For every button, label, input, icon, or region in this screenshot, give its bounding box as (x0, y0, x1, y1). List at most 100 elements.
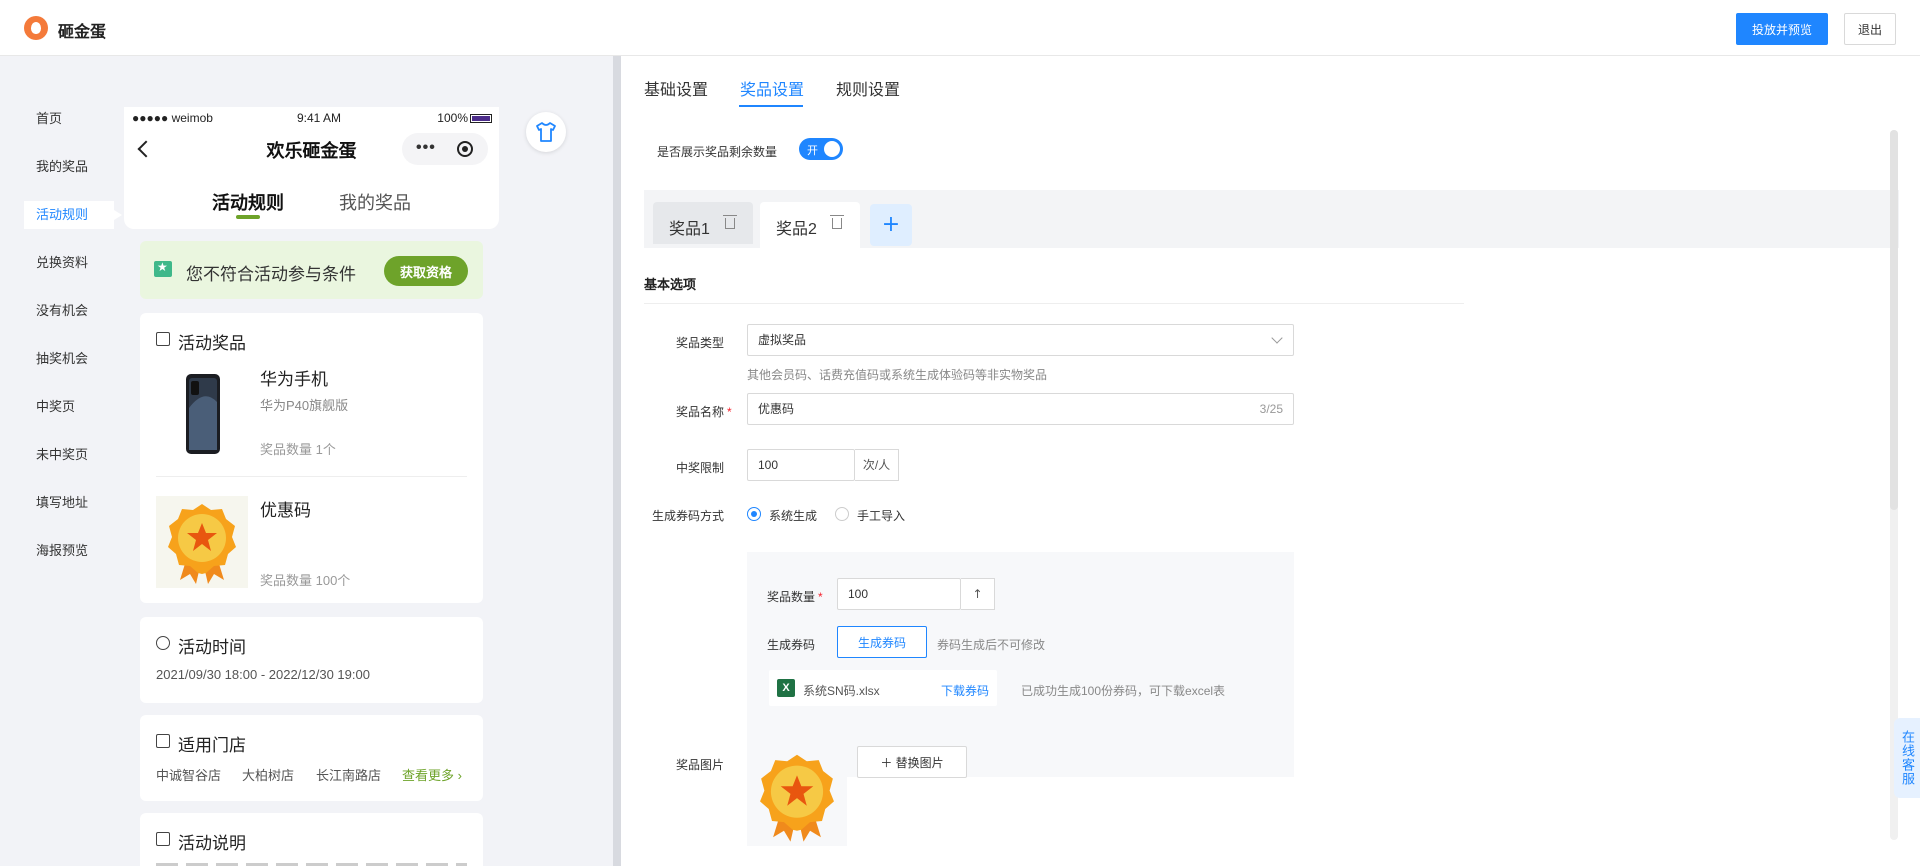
arrow-up-icon[interactable]: ↑ (961, 578, 995, 610)
toggle-on-text: 开 (807, 145, 818, 157)
phone-tab-my-prizes[interactable]: 我的奖品 (339, 189, 411, 215)
nav-item-lose-page[interactable]: 未中奖页 (24, 441, 124, 469)
nav-item-address[interactable]: 填写地址 (24, 489, 124, 517)
win-limit-input[interactable]: 100 (747, 449, 855, 481)
nav-item-redeem-info[interactable]: 兑换资料 (24, 249, 124, 277)
activity-time-value: 2021/09/30 18:00 - 2022/12/30 19:00 (156, 667, 370, 682)
description-card-title: 活动说明 (178, 834, 246, 853)
battery-icon (470, 114, 492, 123)
nav-item-home[interactable]: 首页 (24, 105, 124, 133)
download-codes-link[interactable]: 下载券码 (941, 682, 989, 699)
prize-tabs-bar: 奖品1 奖品2 + (644, 190, 1899, 248)
code-method-label: 生成券码方式 (652, 509, 725, 523)
section-title: 基本选项 (644, 277, 697, 292)
store-name: 大柏树店 (242, 768, 295, 783)
phone-prize-image (156, 368, 248, 460)
excel-file-icon: X (777, 679, 795, 697)
char-counter: 3/25 (1259, 402, 1283, 416)
battery-status: 100% (437, 111, 492, 125)
stores-card: 适用门店 中诚智谷店 大柏树店 长江南路店 查看更多 › (140, 715, 483, 801)
settings-panel: 基础设置 奖品设置 规则设置 是否展示奖品剩余数量 开 奖品1 奖品2 + 基本… (621, 56, 1920, 866)
radio-system-generate[interactable] (747, 507, 761, 521)
prize-type-select[interactable]: 虚拟奖品 (747, 324, 1294, 356)
prize-divider (156, 476, 467, 477)
online-service-button[interactable]: 在线客服 (1894, 718, 1920, 798)
stores-card-title: 适用门店 (178, 736, 246, 755)
tab-rule-settings[interactable]: 规则设置 (836, 76, 900, 100)
get-eligibility-button[interactable]: 获取资格 (384, 256, 468, 286)
chevron-down-icon (1271, 332, 1283, 344)
publish-preview-button[interactable]: 投放并预览 (1736, 13, 1828, 45)
prize-qty-input[interactable]: 100 (837, 578, 961, 610)
code-file-card: X 系统SN码.xlsx 下载券码 (769, 670, 997, 706)
nav-item-win-page[interactable]: 中奖页 (24, 393, 124, 421)
carrier-text: ●●●●● weimob (132, 111, 213, 125)
section-divider (644, 303, 1464, 304)
radio-system-generate-label[interactable]: 系统生成 (769, 507, 817, 524)
more-dots-icon[interactable]: ••• (416, 139, 436, 157)
prize-tab-1[interactable]: 奖品1 (653, 202, 753, 244)
app-title: 砸金蛋 (58, 24, 107, 41)
exit-button[interactable]: 退出 (1844, 13, 1896, 45)
tab-basic-settings[interactable]: 基础设置 (644, 76, 708, 100)
prize-image-thumbnail (747, 746, 847, 846)
prize-name-2: 优惠码 (260, 501, 311, 520)
panel-splitter[interactable] (613, 56, 621, 866)
prize-tab-2[interactable]: 奖品2 (760, 202, 860, 248)
page-nav: 首页 我的奖品 活动规则 兑换资料 没有机会 抽奖机会 中奖页 未中奖页 填写地… (24, 105, 124, 585)
view-more-link[interactable]: 查看更多 › (402, 765, 462, 784)
replace-image-button[interactable]: ＋ 替换图片 (857, 746, 967, 778)
prize-name-value: 优惠码 (758, 402, 795, 416)
theme-skin-button[interactable] (526, 112, 566, 152)
win-limit-unit: 次/人 (855, 449, 899, 481)
gift-box-icon (156, 332, 170, 346)
time-card-title: 活动时间 (178, 638, 246, 657)
nav-item-my-prizes[interactable]: 我的奖品 (24, 153, 124, 181)
prize-type-label: 奖品类型 (676, 336, 725, 350)
code-generated-status: 已成功生成100份券码，可下载excel表 (1021, 684, 1226, 698)
document-icon (156, 832, 170, 846)
generate-code-button[interactable]: 生成券码 (837, 626, 927, 658)
prize-name-input[interactable]: 优惠码 3/25 (747, 393, 1294, 425)
prizes-card: 活动奖品 华为手机 华为P40旗舰版 奖品数量 1个 优惠码 奖品数量 100个 (140, 313, 483, 603)
nav-item-no-chance[interactable]: 没有机会 (24, 297, 124, 325)
plus-icon: ＋ (880, 755, 896, 770)
store-name: 中诚智谷店 (156, 768, 222, 783)
scrollbar-thumb[interactable] (1890, 130, 1898, 510)
gen-code-label: 生成券码 (767, 638, 816, 652)
nav-item-poster[interactable]: 海报预览 (24, 537, 124, 565)
code-file-name: 系统SN码.xlsx (803, 684, 880, 698)
win-limit-label: 中奖限制 (676, 461, 725, 475)
nav-item-draw-chance[interactable]: 抽奖机会 (24, 345, 124, 373)
tab-prize-settings[interactable]: 奖品设置 (740, 76, 804, 100)
close-target-icon[interactable] (457, 141, 473, 157)
add-prize-button[interactable]: + (870, 204, 912, 246)
mini-program-capsule[interactable]: ••• (402, 133, 488, 165)
phone-preview-header: ●●●●● weimob 9:41 AM 100% 欢乐砸金蛋 ••• 活动规则… (124, 107, 499, 229)
phone-tab-rules[interactable]: 活动规则 (212, 189, 284, 215)
radio-manual-import[interactable] (835, 507, 849, 521)
required-mark: * (727, 405, 732, 419)
nav-item-rules[interactable]: 活动规则 (24, 201, 122, 229)
top-bar: 砸金蛋 投放并预览 退出 (0, 0, 1920, 56)
prizes-card-title: 活动奖品 (178, 334, 246, 353)
tshirt-icon (536, 122, 556, 142)
prize-name-label: 奖品名称 * (676, 403, 732, 420)
prize-qty-1: 奖品数量 1个 (260, 442, 336, 457)
replace-image-label: 替换图片 (895, 755, 944, 770)
ticket-star-icon (154, 260, 172, 277)
prize-sub-1: 华为P40旗舰版 (260, 398, 349, 413)
gen-code-hint: 券码生成后不可修改 (937, 638, 1046, 652)
status-time: 9:41 AM (297, 111, 342, 125)
show-remaining-label: 是否展示奖品剩余数量 (657, 145, 778, 159)
radio-manual-import-label[interactable]: 手工导入 (857, 507, 905, 524)
prize-qty-label: 奖品数量 * (767, 588, 823, 605)
trash-icon[interactable] (830, 215, 844, 229)
prize-qty-2: 奖品数量 100个 (260, 573, 351, 588)
description-card: 活动说明 (140, 813, 483, 866)
plus-icon: + (881, 212, 901, 237)
show-remaining-toggle[interactable]: 开 (799, 138, 843, 160)
activity-time-card: 活动时间 2021/09/30 18:00 - 2022/12/30 19:00 (140, 617, 483, 703)
phone-status-bar: ●●●●● weimob 9:41 AM 100% (132, 111, 492, 127)
trash-icon[interactable] (723, 215, 737, 229)
